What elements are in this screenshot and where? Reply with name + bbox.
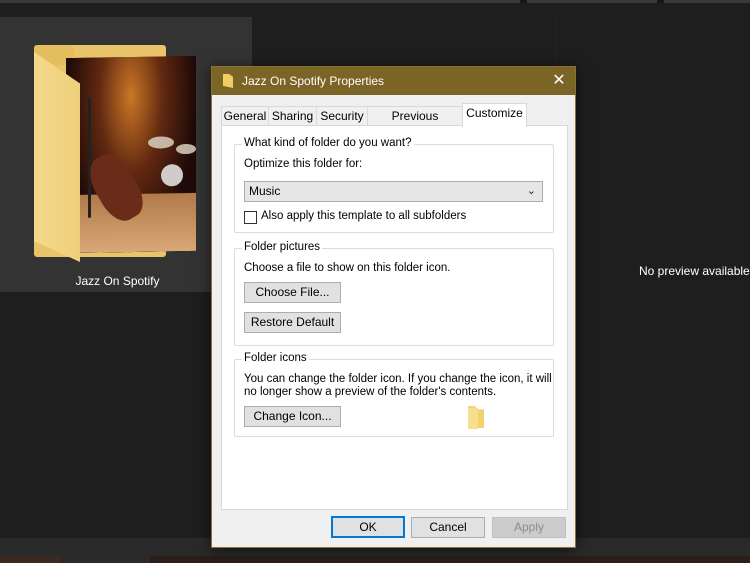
tab-general[interactable]: General xyxy=(221,106,269,126)
folder-name-label[interactable]: Jazz On Spotify xyxy=(0,274,235,288)
close-button[interactable]: ✕ xyxy=(543,67,575,95)
tab-customize[interactable]: Customize xyxy=(462,103,527,127)
choose-file-button[interactable]: Choose File... xyxy=(244,282,341,303)
cancel-button[interactable]: Cancel xyxy=(411,517,485,538)
cymbal xyxy=(176,143,196,155)
restore-default-button[interactable]: Restore Default xyxy=(244,312,341,333)
optimize-selected-value: Music xyxy=(249,184,281,198)
folder-icon-front xyxy=(34,52,80,262)
group-title: Folder icons xyxy=(242,352,309,364)
apply-subfolders-checkbox[interactable] xyxy=(244,211,257,224)
preview-pane-message: No preview available. xyxy=(639,264,750,278)
folder-icon-preview-front xyxy=(468,408,478,429)
folder-type-group: What kind of folder do you want? Optimiz… xyxy=(234,137,554,233)
optimize-label: Optimize this folder for: xyxy=(244,158,363,170)
dialog-title: Jazz On Spotify Properties xyxy=(242,74,385,88)
properties-dialog: Jazz On Spotify Properties ✕ General Sha… xyxy=(211,66,576,548)
tab-content-customize: What kind of folder do you want? Optimiz… xyxy=(221,125,568,510)
apply-subfolders-label[interactable]: Also apply this template to all subfolde… xyxy=(261,210,466,222)
group-title: Folder pictures xyxy=(242,241,323,253)
thumbnail-strip xyxy=(0,556,60,563)
apply-button[interactable]: Apply xyxy=(492,517,566,538)
folder-icons-description-line2: no longer show a preview of the folder's… xyxy=(244,386,497,398)
tab-security[interactable]: Security xyxy=(316,106,368,126)
toolbar-segment xyxy=(664,0,750,3)
thumbnail-strip xyxy=(150,556,750,563)
address-bar[interactable] xyxy=(0,0,520,3)
chevron-down-icon: ⌄ xyxy=(526,185,536,197)
cymbal-stand xyxy=(88,97,91,218)
folder-icons-description-line1: You can change the folder icon. If you c… xyxy=(244,373,552,385)
group-title: What kind of folder do you want? xyxy=(242,137,414,149)
tab-previous-versions[interactable]: Previous Versions xyxy=(367,106,463,142)
folder-icon xyxy=(223,74,233,88)
dialog-titlebar[interactable]: Jazz On Spotify Properties ✕ xyxy=(212,67,575,95)
change-icon-button[interactable]: Change Icon... xyxy=(244,406,341,427)
cymbal xyxy=(148,136,174,149)
folder-thumbnail-photo xyxy=(66,55,196,254)
folder-pictures-description: Choose a file to show on this folder ico… xyxy=(244,262,451,274)
folder-pictures-group: Folder pictures Choose a file to show on… xyxy=(234,241,554,346)
folder-icons-group: Folder icons You can change the folder i… xyxy=(234,352,554,437)
optimize-dropdown[interactable]: Music ⌄ xyxy=(244,181,543,202)
drum xyxy=(161,164,183,187)
search-bar[interactable] xyxy=(527,0,657,3)
ok-button[interactable]: OK xyxy=(331,516,405,538)
tab-sharing[interactable]: Sharing xyxy=(268,106,317,126)
